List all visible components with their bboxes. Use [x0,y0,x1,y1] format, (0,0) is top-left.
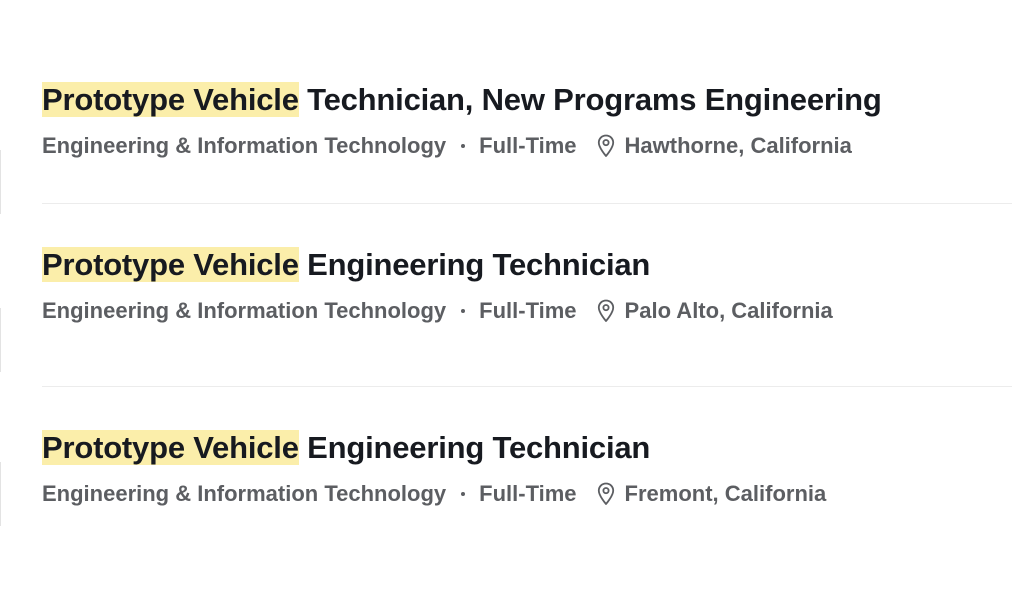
search-highlight: Prototype Vehicle [42,82,299,117]
job-title-rest: Engineering Technician [298,247,651,282]
job-department: Engineering & Information Technology [42,298,447,323]
job-title-rest: Technician, New Programs Engineering [298,82,882,117]
job-department: Engineering & Information Technology [42,481,447,506]
job-listing-fremont[interactable]: Prototype Vehicle Engineering Technician… [42,429,1012,519]
location-pin-icon [595,133,617,159]
job-location: Palo Alto, California [624,298,833,323]
job-department: Engineering & Information Technology [42,133,447,158]
job-title-rest: Engineering Technician [298,430,651,465]
job-title[interactable]: Prototype Vehicle Engineering Technician [42,246,650,284]
job-type: Full-Time [479,133,577,158]
separator-dot [461,309,466,313]
job-listing-hawthorne[interactable]: Prototype Vehicle Technician, New Progra… [42,81,1012,171]
job-type: Full-Time [479,481,577,506]
job-title[interactable]: Prototype Vehicle Engineering Technician [42,429,650,467]
location-pin-icon [595,298,617,324]
list-divider [42,386,1012,387]
job-type: Full-Time [479,298,577,323]
search-highlight: Prototype Vehicle [42,247,299,282]
separator-dot [461,144,466,148]
search-highlight: Prototype Vehicle [42,430,299,465]
list-divider [42,203,1012,204]
left-edge-mark [0,150,1,214]
left-edge-mark [0,462,1,526]
separator-dot [461,492,466,496]
job-meta: Engineering & Information Technology Ful… [42,131,852,161]
job-meta: Engineering & Information Technology Ful… [42,296,833,326]
location-pin-icon [595,481,617,507]
job-listing-palo-alto[interactable]: Prototype Vehicle Engineering Technician… [42,246,1012,336]
job-title[interactable]: Prototype Vehicle Technician, New Progra… [42,81,882,119]
left-edge-mark [0,308,1,372]
job-meta: Engineering & Information Technology Ful… [42,479,826,509]
job-location: Hawthorne, California [624,133,852,158]
job-location: Fremont, California [624,481,827,506]
